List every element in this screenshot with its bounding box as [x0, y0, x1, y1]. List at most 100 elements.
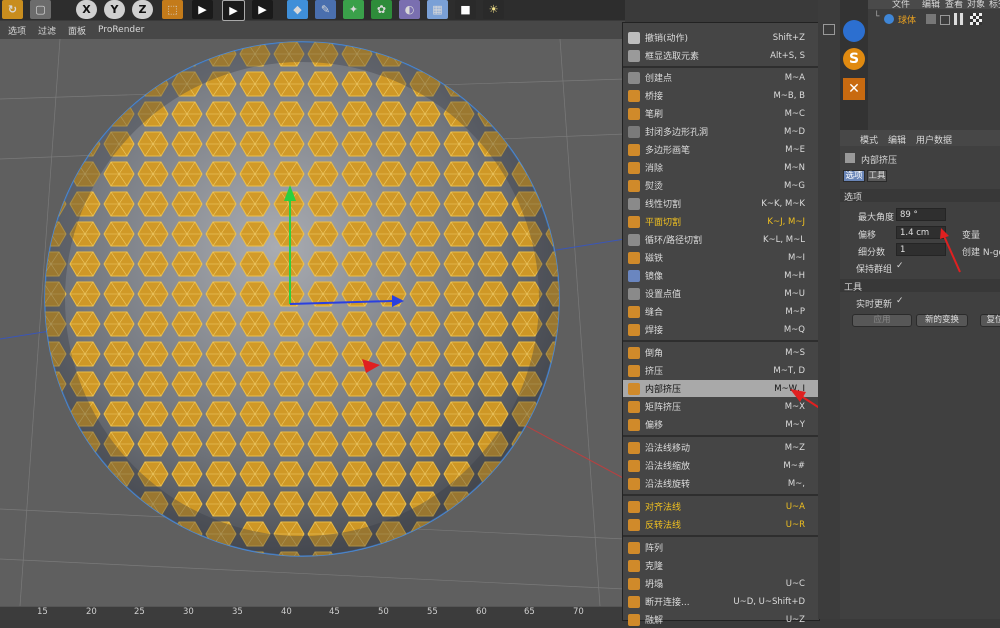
menu-item-polygon-pen[interactable]: 多边形画笔 M~E: [623, 141, 819, 158]
menu-item-normal-rotate[interactable]: 沿法线旋转 M~,: [623, 475, 819, 492]
material-tag-icon[interactable]: [970, 13, 982, 25]
menu-edit[interactable]: 编辑: [922, 0, 940, 9]
menu-mode[interactable]: 模式: [860, 133, 878, 146]
menu-objects[interactable]: 对象: [967, 0, 985, 9]
menu-file[interactable]: 文件: [892, 0, 910, 9]
floor-icon[interactable]: ▦: [427, 0, 448, 19]
menu-item-clone[interactable]: 克隆: [623, 557, 819, 574]
menu-item-melt[interactable]: 融解 U~Z: [623, 611, 819, 628]
menu-tags[interactable]: 标签: [989, 0, 1000, 9]
extrude-icon: [628, 364, 640, 377]
menu-item-collapse[interactable]: 坍塌 U~C: [623, 575, 819, 592]
menu-item-disconnect[interactable]: 断开连接... U~D, U~Shift+D: [623, 593, 819, 610]
array-generator-icon[interactable]: ✿: [371, 0, 392, 19]
menu-item-iron[interactable]: 熨烫 M~G: [623, 177, 819, 194]
clone-icon: [628, 559, 640, 572]
menu-item-dissolve[interactable]: 消除 M~N: [623, 159, 819, 176]
frame-icon: [628, 49, 640, 62]
menu-edit-attr[interactable]: 编辑: [888, 133, 906, 146]
timeline-ruler[interactable]: 15 20 25 30 35 40 45 50 55 60 65 70: [0, 606, 625, 620]
cube-tool-icon[interactable]: ▢: [30, 0, 51, 19]
y-axis-icon[interactable]: Y: [104, 0, 125, 19]
weld-icon: [628, 323, 640, 336]
matrix-extrude-icon: [628, 400, 640, 413]
viewport-menu-filter[interactable]: 过滤: [38, 24, 56, 37]
viewport-menu-prorender[interactable]: ProRender: [98, 25, 144, 35]
menu-item-undo[interactable]: 撤销(动作) Shift+Z: [623, 29, 819, 46]
iron-icon: [628, 179, 640, 192]
menu-item-reverse-normals[interactable]: 反转法线 U~R: [623, 516, 819, 533]
timeline-tick: 70: [573, 607, 584, 617]
menu-item-stitch[interactable]: 缝合 M~P: [623, 303, 819, 320]
pen-spline-icon[interactable]: ✎: [315, 0, 336, 19]
viewport-side-strip: [818, 0, 840, 619]
menu-item-weld[interactable]: 焊接 M~Q: [623, 321, 819, 338]
mirror-icon: [628, 269, 640, 282]
menu-item-plane-cut[interactable]: 平面切割 K~J, M~J: [623, 213, 819, 230]
close-hole-icon: [628, 125, 640, 138]
undo-icon: [628, 31, 640, 44]
menu-item-normal-scale[interactable]: 沿法线缩放 M~#: [623, 457, 819, 474]
menu-item-brush[interactable]: 笔刷 M~C: [623, 105, 819, 122]
menu-item-create-point[interactable]: 创建点 M~A: [623, 69, 819, 86]
deformer-icon[interactable]: ◐: [399, 0, 420, 19]
cube-primitive-icon[interactable]: ◆: [287, 0, 308, 19]
render-picture-viewer-icon[interactable]: ▶: [222, 0, 245, 21]
menu-item-close-hole[interactable]: 封闭多边形孔洞 M~D: [623, 123, 819, 140]
object-manager-menu: 文件 编辑 查看 对象 标签: [868, 0, 1000, 9]
3d-viewport[interactable]: 选项 过滤 面板 ProRender: [0, 21, 625, 606]
coordinate-system-icon[interactable]: ⬚: [162, 0, 183, 19]
menu-item-array[interactable]: 阵列: [623, 539, 819, 556]
timeline-tick: 25: [134, 607, 145, 617]
render-view-icon[interactable]: ▶: [192, 0, 213, 19]
menu-item-align-normals[interactable]: 对齐法线 U~A: [623, 498, 819, 515]
tab-tool[interactable]: 工具: [867, 170, 887, 182]
maximize-icon[interactable]: [823, 24, 835, 35]
light-icon[interactable]: ☀: [483, 0, 504, 19]
timeline-tick: 55: [427, 607, 438, 617]
camera-icon[interactable]: ■: [455, 0, 476, 19]
viewport-menu-panel[interactable]: 面板: [68, 24, 86, 37]
rotate-icon[interactable]: ↻: [2, 0, 23, 19]
snap-icon[interactable]: S: [843, 48, 865, 70]
preserve-groups-checkbox[interactable]: ✓: [896, 261, 904, 271]
line-cut-icon: [628, 197, 640, 210]
subdivision-icon[interactable]: ✦: [343, 0, 364, 19]
menu-item-set-point-value[interactable]: 设置点值 M~U: [623, 285, 819, 302]
render-settings-icon[interactable]: ▶: [252, 0, 273, 19]
x-axis-icon[interactable]: X: [76, 0, 97, 19]
menu-item-loop-cut[interactable]: 循环/路径切割 K~L, M~L: [623, 231, 819, 248]
stitch-icon: [628, 305, 640, 318]
viewport-menu-options[interactable]: 选项: [8, 24, 26, 37]
z-axis-icon[interactable]: Z: [132, 0, 153, 19]
tool-title: 内部挤压: [861, 156, 898, 166]
timeline-tick: 45: [329, 607, 340, 617]
reverse-normals-icon: [628, 518, 640, 531]
visibility-icon[interactable]: [926, 14, 936, 24]
menu-item-extrude[interactable]: 挤压 M~T, D: [623, 362, 819, 379]
timeline-tick: 50: [378, 607, 389, 617]
menu-item-frame-selected[interactable]: 框显选取元素 Alt+S, S: [623, 47, 819, 64]
timeline-tick: 35: [232, 607, 243, 617]
max-angle-field[interactable]: 89 °: [896, 208, 946, 221]
workplane-icon[interactable]: ✕: [843, 78, 865, 100]
menu-view[interactable]: 查看: [945, 0, 963, 9]
menu-item-magnet[interactable]: 磁铁 M~I: [623, 249, 819, 266]
realtime-update-checkbox[interactable]: ✓: [896, 296, 904, 306]
tool-strip: S ✕: [840, 0, 868, 130]
menu-item-bevel[interactable]: 倒角 M~S: [623, 344, 819, 361]
check-icon[interactable]: [940, 15, 950, 25]
bevel-icon: [628, 346, 640, 359]
phong-tag-icon[interactable]: [954, 13, 964, 25]
new-transform-button[interactable]: 新的变换: [916, 314, 968, 327]
menu-user-data[interactable]: 用户数据: [916, 133, 952, 146]
menu-item-mirror[interactable]: 镜像 M~H: [623, 267, 819, 284]
menu-item-line-cut[interactable]: 线性切割 K~K, M~K: [623, 195, 819, 212]
object-row-sphere[interactable]: └ 球体: [874, 12, 1000, 26]
set-point-icon: [628, 287, 640, 300]
reset-button[interactable]: 复位: [980, 314, 1000, 327]
menu-item-bridge[interactable]: 桥接 M~B, B: [623, 87, 819, 104]
apply-button[interactable]: 应用: [852, 314, 912, 327]
tab-options[interactable]: 选项: [843, 170, 865, 182]
sphere-tool-icon[interactable]: [843, 20, 865, 42]
